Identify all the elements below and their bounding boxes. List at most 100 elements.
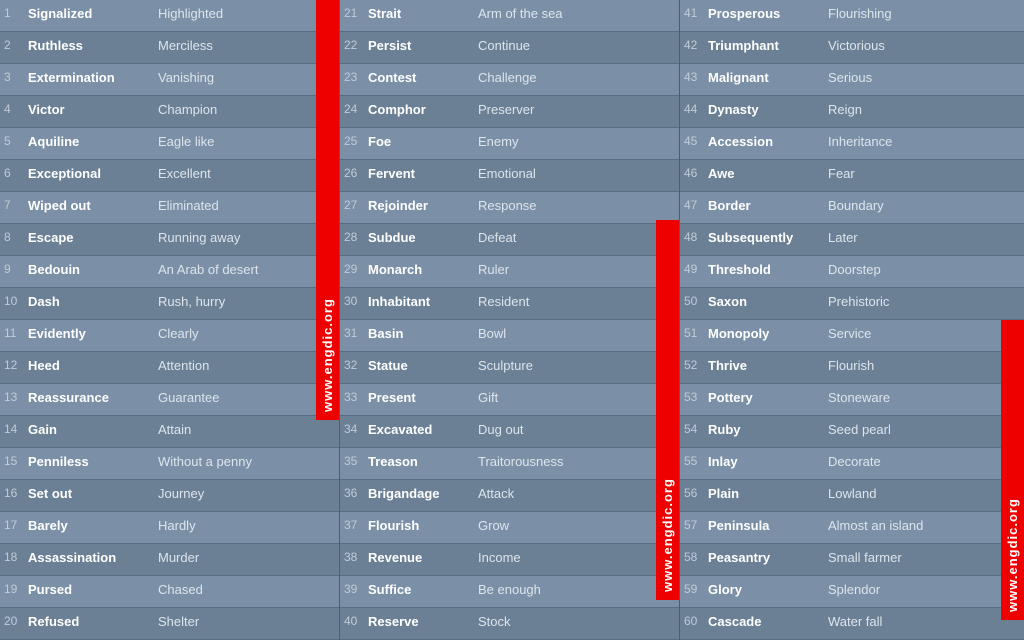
cell-word: Pursed [24, 576, 154, 603]
table-row: 1SignalizedHighlighted [0, 0, 339, 32]
table-row: 53PotteryStoneware [680, 384, 1024, 416]
cell-word: Cascade [704, 608, 824, 635]
cell-definition: Merciless [154, 32, 339, 59]
cell-word: Glory [704, 576, 824, 603]
cell-number: 54 [680, 416, 704, 442]
table-row: 52ThriveFlourish [680, 352, 1024, 384]
table-row: 46AweFear [680, 160, 1024, 192]
cell-word: Subsequently [704, 224, 824, 251]
cell-number: 29 [340, 256, 364, 282]
cell-word: Brigandage [364, 480, 474, 507]
cell-number: 58 [680, 544, 704, 570]
table-row: 34ExcavatedDug out [340, 416, 679, 448]
cell-number: 8 [0, 224, 24, 250]
cell-definition: Dug out [474, 416, 679, 443]
cell-definition: Ruler [474, 256, 679, 283]
cell-number: 14 [0, 416, 24, 442]
cell-number: 36 [340, 480, 364, 506]
cell-word: Refused [24, 608, 154, 635]
table-row: 58PeasantrySmall farmer [680, 544, 1024, 576]
col2-rows: 21StraitArm of the sea22PersistContinue2… [340, 0, 679, 640]
table-row: 29MonarchRuler [340, 256, 679, 288]
cell-definition: Serious [824, 64, 1024, 91]
cell-word: Assassination [24, 544, 154, 571]
cell-definition: Traitorousness [474, 448, 679, 475]
cell-definition: Service [824, 320, 1024, 347]
table-row: 20RefusedShelter [0, 608, 339, 640]
cell-definition: Emotional [474, 160, 679, 187]
cell-definition: Later [824, 224, 1024, 251]
cell-word: Inlay [704, 448, 824, 475]
cell-definition: Arm of the sea [474, 0, 679, 27]
table-row: 32StatueSculpture [340, 352, 679, 384]
cell-number: 39 [340, 576, 364, 602]
cell-number: 4 [0, 96, 24, 122]
cell-word: Basin [364, 320, 474, 347]
table-row: 30InhabitantResident [340, 288, 679, 320]
cell-number: 12 [0, 352, 24, 378]
cell-definition: Income [474, 544, 679, 571]
cell-number: 33 [340, 384, 364, 410]
cell-definition: Prehistoric [824, 288, 1024, 315]
cell-number: 48 [680, 224, 704, 250]
cell-definition: Challenge [474, 64, 679, 91]
cell-number: 40 [340, 608, 364, 634]
cell-number: 13 [0, 384, 24, 410]
cell-number: 51 [680, 320, 704, 346]
cell-word: Penniless [24, 448, 154, 475]
cell-number: 11 [0, 320, 24, 346]
cell-word: Prosperous [704, 0, 824, 27]
cell-number: 52 [680, 352, 704, 378]
cell-word: Threshold [704, 256, 824, 283]
cell-definition: Lowland [824, 480, 1024, 507]
table-row: 21StraitArm of the sea [340, 0, 679, 32]
cell-word: Inhabitant [364, 288, 474, 315]
cell-number: 22 [340, 32, 364, 58]
cell-number: 17 [0, 512, 24, 538]
cell-definition: Eliminated [154, 192, 339, 219]
cell-word: Pottery [704, 384, 824, 411]
table-row: 14GainAttain [0, 416, 339, 448]
cell-definition: Excellent [154, 160, 339, 187]
cell-number: 35 [340, 448, 364, 474]
cell-word: Ruthless [24, 32, 154, 59]
cell-number: 25 [340, 128, 364, 154]
table-row: 56PlainLowland [680, 480, 1024, 512]
cell-number: 21 [340, 0, 364, 26]
watermark-3: www.engdic.org [1001, 320, 1024, 620]
cell-word: Thrive [704, 352, 824, 379]
cell-number: 55 [680, 448, 704, 474]
table-row: 25FoeEnemy [340, 128, 679, 160]
cell-definition: Be enough [474, 576, 679, 603]
cell-definition: Shelter [154, 608, 339, 635]
cell-number: 9 [0, 256, 24, 282]
table-row: 43MalignantSerious [680, 64, 1024, 96]
cell-word: Present [364, 384, 474, 411]
table-row: 23ContestChallenge [340, 64, 679, 96]
cell-definition: Inheritance [824, 128, 1024, 155]
cell-word: Barely [24, 512, 154, 539]
cell-definition: Vanishing [154, 64, 339, 91]
cell-definition: Fear [824, 160, 1024, 187]
cell-number: 42 [680, 32, 704, 58]
cell-definition: Resident [474, 288, 679, 315]
cell-number: 59 [680, 576, 704, 602]
cell-definition: Boundary [824, 192, 1024, 219]
cell-definition: Clearly [154, 320, 339, 347]
cell-number: 7 [0, 192, 24, 218]
cell-definition: Doorstep [824, 256, 1024, 283]
cell-word: Plain [704, 480, 824, 507]
cell-number: 50 [680, 288, 704, 314]
cell-number: 19 [0, 576, 24, 602]
table-row: 42TriumphantVictorious [680, 32, 1024, 64]
cell-word: Accession [704, 128, 824, 155]
cell-number: 16 [0, 480, 24, 506]
table-row: 41ProsperousFlourishing [680, 0, 1024, 32]
cell-word: Exceptional [24, 160, 154, 187]
table-row: 13ReassuranceGuarantee [0, 384, 339, 416]
table-row: 28SubdueDefeat [340, 224, 679, 256]
cell-word: Victor [24, 96, 154, 123]
table-row: 60CascadeWater fall [680, 608, 1024, 640]
cell-definition: Attack [474, 480, 679, 507]
cell-definition: Attention [154, 352, 339, 379]
